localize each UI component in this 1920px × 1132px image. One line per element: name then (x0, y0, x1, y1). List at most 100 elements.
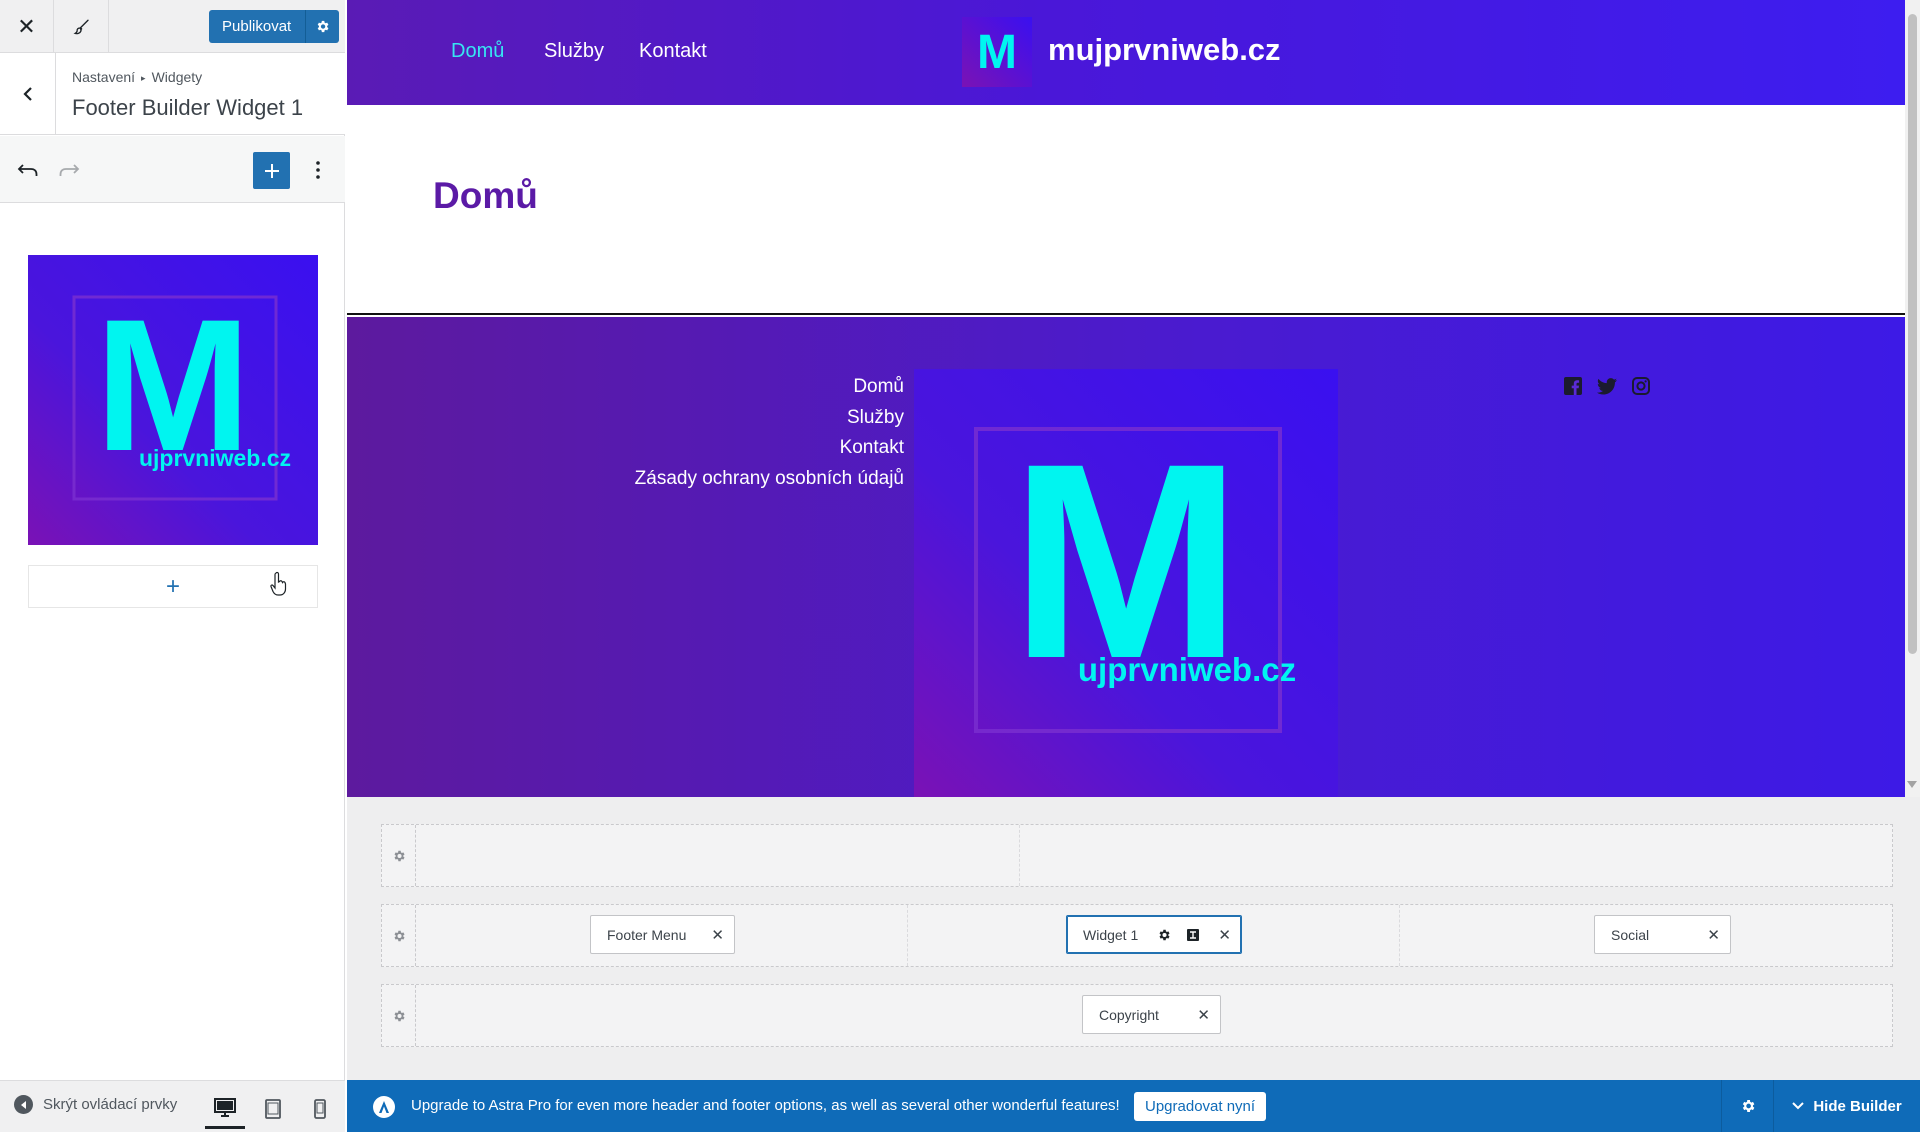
brush-icon (72, 19, 89, 34)
widget-image-block[interactable]: M ujprvniweb.cz (28, 255, 318, 545)
builder-row-below-footer[interactable]: Copyright ✕ (381, 984, 1893, 1047)
chip-widget-area-button[interactable] (1186, 928, 1200, 945)
builder-chip-footer-menu[interactable]: Footer Menu ✕ (590, 915, 735, 954)
instagram-icon (1632, 377, 1650, 395)
page-content: Domů (347, 105, 1905, 315)
more-options-button[interactable] (306, 154, 330, 186)
upgrade-now-button[interactable]: Upgradovat nyní (1134, 1092, 1267, 1121)
footer-menu-item[interactable]: Zásady ochrany osobních údajů (635, 464, 904, 495)
chip-label: Widget 1 (1083, 926, 1139, 943)
chip-settings-button[interactable] (1157, 928, 1171, 945)
builder-chip-social[interactable]: Social ✕ (1594, 915, 1731, 954)
add-block-button[interactable] (253, 152, 290, 189)
row-settings-button[interactable] (382, 905, 416, 966)
breadcrumb-separator-icon: ▸ (141, 73, 146, 83)
chip-label: Footer Menu (607, 926, 687, 943)
builder-column[interactable] (1020, 825, 1892, 886)
row-settings-button[interactable] (382, 825, 416, 886)
gear-icon (394, 850, 405, 861)
astra-upgrade-bar: Upgrade to Astra Pro for even more heade… (347, 1080, 1920, 1132)
nav-item-domu[interactable]: Domů (451, 40, 504, 63)
site-title[interactable]: mujprvniweb.cz (1048, 32, 1281, 68)
breadcrumb-item: Widgety (151, 69, 203, 85)
publish-button[interactable]: Publikovat (209, 10, 306, 43)
customizer-sidebar: ✕ Publikovat Nastavení ▸ Widgety Footer Bu… (0, 0, 345, 1132)
footer-menu: Domů Služby Kontakt Zásady ochrany osobn… (635, 372, 904, 494)
redo-icon (59, 164, 80, 176)
footer-menu-item[interactable]: Služby (635, 403, 904, 434)
sidebar-footer: Skrýt ovládací prvky (0, 1080, 345, 1132)
remove-chip-icon[interactable]: ✕ (1218, 926, 1231, 944)
close-customizer-button[interactable]: ✕ (0, 0, 54, 53)
footer-menu-item[interactable]: Domů (635, 372, 904, 403)
chip-label: Copyright (1099, 1006, 1159, 1023)
widget-area-icon (1187, 929, 1199, 941)
site-header: Domů Služby Kontakt M mujprvniweb.cz (347, 0, 1905, 105)
chevron-left-icon (22, 87, 32, 101)
facebook-icon (1564, 377, 1582, 395)
chip-label: Social (1611, 926, 1650, 943)
twitter-link[interactable] (1596, 375, 1618, 397)
gear-icon (394, 930, 405, 941)
scroll-down-icon[interactable] (1907, 781, 1917, 788)
collapse-label: Skrýt ovládací prvky (43, 1096, 178, 1113)
builder-column[interactable] (417, 825, 1020, 886)
remove-chip-icon[interactable]: ✕ (711, 926, 724, 944)
nav-item-sluzby[interactable]: Služby (544, 40, 604, 63)
customize-style-button[interactable] (55, 0, 109, 53)
gear-icon (1159, 929, 1170, 941)
widget-toolbar (0, 136, 345, 203)
plus-icon: + (165, 572, 180, 600)
customizer-topbar: ✕ Publikovat (0, 0, 345, 53)
instagram-link[interactable] (1630, 375, 1652, 397)
footer-builder: Footer Menu ✕ Widget 1 ✕ Social ✕ Copyri… (347, 797, 1920, 1080)
site-logo-image: M ujprvniweb.cz (28, 255, 318, 545)
scrollbar-thumb[interactable] (1908, 14, 1917, 654)
customizer-app: ✕ Publikovat Nastavení ▸ Widgety Footer Bu… (0, 0, 1920, 1132)
logo-caption: ujprvniweb.cz (139, 445, 291, 471)
publish-settings-button[interactable] (305, 10, 340, 43)
builder-row-above-footer[interactable] (381, 824, 1893, 887)
collapse-sidebar-button[interactable]: Skrýt ovládací prvky (14, 1095, 177, 1114)
hide-builder-button[interactable]: Hide Builder (1773, 1080, 1920, 1132)
plus-icon (264, 163, 279, 178)
back-button[interactable] (0, 53, 56, 135)
undo-icon (17, 164, 38, 176)
redo-button[interactable] (55, 156, 83, 184)
footer-menu-item[interactable]: Kontakt (635, 433, 904, 464)
builder-row-primary-footer[interactable]: Footer Menu ✕ Widget 1 ✕ Social ✕ (381, 904, 1893, 967)
hide-builder-label: Hide Builder (1813, 1097, 1902, 1115)
footer-widget-logo[interactable]: M ujprvniweb.cz (914, 369, 1338, 797)
section-header: Nastavení ▸ Widgety Footer Builder Widget … (0, 53, 345, 135)
vertical-dots-icon (316, 161, 320, 179)
publish-group: Publikovat (209, 10, 340, 43)
header-logo-image: M (962, 17, 1032, 87)
chevron-down-icon (1792, 1102, 1805, 1110)
builder-settings-button[interactable] (1721, 1080, 1773, 1132)
preview-tablet-button[interactable] (253, 1089, 293, 1129)
remove-chip-icon[interactable]: ✕ (1707, 926, 1720, 944)
desktop-icon (214, 1097, 236, 1117)
preview-mobile-button[interactable] (300, 1089, 340, 1129)
hand-cursor-icon (270, 571, 287, 596)
close-icon: ✕ (17, 13, 36, 39)
remove-chip-icon[interactable]: ✕ (1197, 1006, 1210, 1024)
gear-icon (317, 20, 329, 33)
facebook-link[interactable] (1562, 375, 1584, 397)
site-footer: Domů Služby Kontakt Zásady ochrany osobn… (347, 317, 1905, 797)
preview-desktop-button[interactable] (205, 1089, 245, 1129)
breadcrumb-item: Nastavení (72, 69, 136, 85)
breadcrumb: Nastavení ▸ Widgety (72, 69, 202, 85)
footer-logo-image: M ujprvniweb.cz (914, 369, 1338, 797)
collapse-icon (14, 1095, 33, 1114)
builder-chip-copyright[interactable]: Copyright ✕ (1082, 995, 1221, 1034)
gear-icon (1742, 1100, 1754, 1112)
section-title: Footer Builder Widget 1 (72, 95, 304, 120)
preview-scrollbar[interactable] (1905, 0, 1920, 797)
row-settings-button[interactable] (382, 985, 416, 1046)
twitter-icon (1597, 377, 1617, 394)
builder-chip-widget-1[interactable]: Widget 1 ✕ (1066, 915, 1242, 954)
undo-button[interactable] (14, 156, 42, 184)
header-logo[interactable]: M (962, 17, 1032, 87)
nav-item-kontakt[interactable]: Kontakt (639, 40, 707, 63)
